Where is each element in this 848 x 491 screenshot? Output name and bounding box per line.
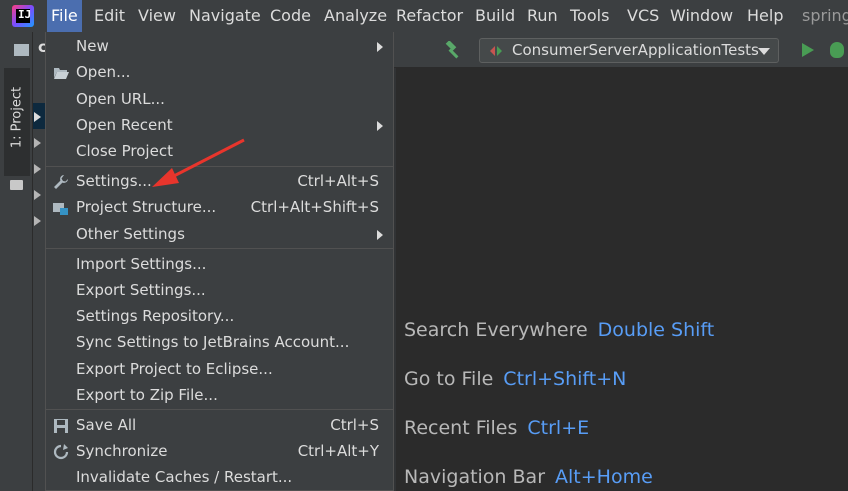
chevron-down-icon	[758, 48, 770, 55]
project-folder-icon[interactable]	[14, 44, 29, 56]
save-icon	[54, 419, 68, 433]
menu-item-export-zip[interactable]: Export to Zip File...	[46, 383, 393, 409]
menu-item-project-structure[interactable]: Project Structure... Ctrl+Alt+Shift+S	[46, 195, 393, 221]
tree-expand-icon[interactable]	[34, 190, 41, 200]
menu-separator	[46, 166, 393, 167]
run-configuration-name: ConsumerServerApplicationTests	[512, 41, 759, 59]
wrench-icon	[54, 175, 68, 189]
menu-item-new[interactable]: New	[46, 34, 393, 60]
intellij-logo-icon[interactable]: IJ	[12, 5, 34, 27]
hint-go-to-file: Go to File Ctrl+Shift+N	[404, 368, 627, 390]
project-panel	[33, 32, 45, 491]
submenu-arrow-icon	[377, 230, 383, 240]
menu-edit[interactable]: Edit	[94, 6, 125, 25]
hint-search-everywhere: Search Everywhere Double Shift	[404, 319, 715, 341]
menu-vcs[interactable]: VCS	[627, 6, 659, 25]
menu-tools[interactable]: Tools	[570, 6, 609, 25]
menu-item-open-url[interactable]: Open URL...	[46, 87, 393, 113]
menu-run[interactable]: Run	[527, 6, 558, 25]
menu-view[interactable]: View	[138, 6, 176, 25]
menu-item-sync-settings[interactable]: Sync Settings to JetBrains Account...	[46, 330, 393, 356]
window-title: spring	[802, 6, 848, 25]
menu-help[interactable]: Help	[747, 6, 783, 25]
menu-item-synchronize[interactable]: Synchronize Ctrl+Alt+Y	[46, 439, 393, 465]
menu-item-save-all[interactable]: Save All Ctrl+S	[46, 413, 393, 439]
menu-item-export-settings[interactable]: Export Settings...	[46, 278, 393, 304]
tree-expand-icon[interactable]	[34, 216, 41, 226]
hint-recent-files: Recent Files Ctrl+E	[404, 417, 590, 439]
sync-icon	[53, 444, 69, 460]
menu-item-settings[interactable]: Settings... Ctrl+Alt+S	[46, 169, 393, 195]
project-tool-tab[interactable]: 1: Project	[4, 68, 30, 190]
menu-item-open-recent[interactable]: Open Recent	[46, 113, 393, 139]
run-icon[interactable]	[802, 43, 814, 57]
menu-separator	[46, 409, 393, 410]
hint-navigation-bar: Navigation Bar Alt+Home	[404, 466, 653, 488]
menu-item-open[interactable]: Open...	[46, 60, 393, 86]
menu-window[interactable]: Window	[670, 6, 733, 25]
folder-open-icon	[54, 68, 69, 79]
file-menu-dropdown: New Open... Open URL... Open Recent Clos…	[45, 32, 394, 491]
folder-icon	[10, 180, 23, 190]
main-toolbar: ConsumerServerApplicationTests	[394, 32, 848, 68]
menu-item-export-eclipse[interactable]: Export Project to Eclipse...	[46, 357, 393, 383]
debug-icon[interactable]	[830, 42, 844, 58]
menu-refactor[interactable]: Refactor	[396, 6, 463, 25]
menu-item-close-project[interactable]: Close Project	[46, 139, 393, 165]
menu-analyze[interactable]: Analyze	[324, 6, 387, 25]
menu-navigate[interactable]: Navigate	[189, 6, 261, 25]
tree-expand-icon[interactable]	[34, 164, 41, 174]
project-structure-icon	[53, 203, 68, 215]
menu-item-invalidate-caches[interactable]: Invalidate Caches / Restart...	[46, 465, 393, 491]
submenu-arrow-icon	[377, 121, 383, 131]
submenu-arrow-icon	[377, 42, 383, 52]
menu-bar: IJ File Edit View Navigate Code Analyze …	[0, 0, 848, 32]
menu-build[interactable]: Build	[475, 6, 515, 25]
menu-file[interactable]: File	[47, 0, 82, 32]
tree-expand-icon[interactable]	[34, 138, 41, 148]
left-tool-strip: 1: Project	[0, 32, 33, 491]
menu-separator	[46, 248, 393, 249]
menu-item-settings-repository[interactable]: Settings Repository...	[46, 304, 393, 330]
build-hammer-icon[interactable]	[444, 41, 462, 59]
run-configuration-select[interactable]: ConsumerServerApplicationTests	[479, 38, 779, 63]
editor-divider	[394, 68, 396, 491]
tree-expand-icon[interactable]	[34, 112, 41, 122]
test-config-icon	[490, 46, 502, 56]
menu-code[interactable]: Code	[270, 6, 311, 25]
project-tab-label: 1: Project	[9, 86, 25, 149]
menu-item-other-settings[interactable]: Other Settings	[46, 222, 393, 248]
menu-item-import-settings[interactable]: Import Settings...	[46, 252, 393, 278]
